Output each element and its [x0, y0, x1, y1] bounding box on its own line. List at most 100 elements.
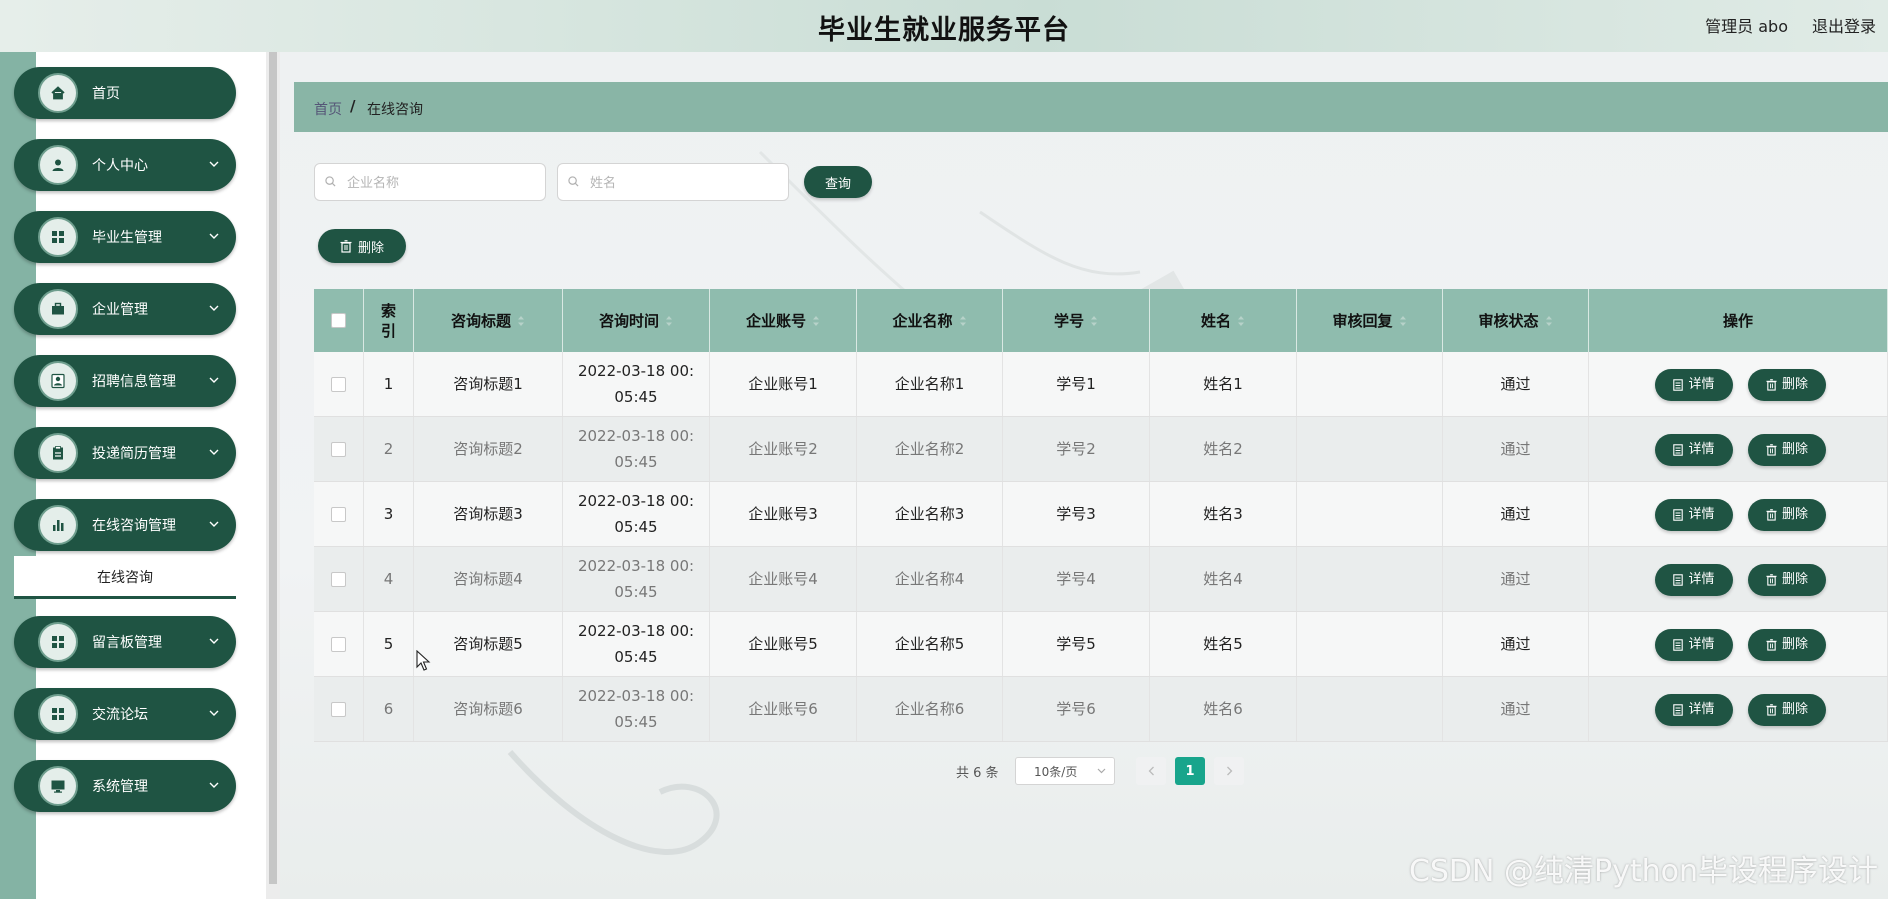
pagination-total: 共 6 条 [956, 766, 999, 781]
header-col-account[interactable]: 企业账号 [710, 289, 857, 352]
trash-icon [1766, 639, 1777, 651]
next-page-button[interactable] [1214, 757, 1244, 785]
delete-button[interactable]: 删除 [1748, 694, 1826, 726]
chevron-down-icon [209, 233, 219, 239]
cell-student-id: 学号2 [1003, 417, 1150, 481]
sort-icon [1399, 315, 1406, 326]
header-col-time[interactable]: 咨询时间 [563, 289, 710, 352]
sidebar-item[interactable]: 毕业生管理 [14, 211, 236, 263]
cell-reply [1297, 352, 1443, 416]
submenu-item-online-consult[interactable]: 在线咨询 [14, 556, 236, 599]
cell-account: 企业账号2 [710, 417, 857, 481]
delete-button[interactable]: 删除 [1748, 434, 1826, 466]
sidebar-item-icon-badge [38, 289, 78, 329]
table-header: 索 引 咨询标题 咨询时间 企业账号 企业名称 学号 姓名 审核回复 审核状态 操作 [314, 289, 1888, 352]
row-checkbox[interactable] [331, 636, 346, 652]
sort-icon [1091, 315, 1097, 326]
sidebar-item[interactable]: 企业管理 [14, 283, 236, 335]
document-icon [1673, 704, 1684, 716]
delete-button-label: 删除 [1781, 702, 1808, 717]
detail-button[interactable]: 详情 [1655, 694, 1733, 726]
query-button[interactable]: 查询 [804, 166, 872, 198]
detail-button[interactable]: 详情 [1655, 629, 1733, 661]
cell-index: 4 [364, 547, 414, 611]
breadcrumb: 首页 / 在线咨询 [294, 82, 1888, 132]
cell-title: 咨询标题5 [414, 612, 563, 676]
sidebar-item[interactable]: 招聘信息管理 [14, 355, 236, 407]
sidebar-item[interactable]: 首页 [14, 67, 236, 119]
cell-time: 2022-03-18 00: 05:45 [563, 547, 710, 611]
sidebar-item-icon-badge [38, 505, 78, 545]
select-all-checkbox[interactable] [331, 313, 346, 328]
detail-button[interactable]: 详情 [1655, 564, 1733, 596]
cell-company: 企业名称1 [857, 352, 1003, 416]
cell-title: 咨询标题1 [414, 352, 563, 416]
row-checkbox[interactable] [331, 701, 346, 717]
header-col-actions: 操作 [1589, 289, 1888, 352]
trash-icon [1766, 379, 1777, 391]
prev-page-button[interactable] [1136, 757, 1166, 785]
sidebar-item[interactable]: 留言板管理 [14, 616, 236, 668]
name-search-input[interactable] [588, 172, 782, 194]
delete-button[interactable]: 删除 [1748, 629, 1826, 661]
delete-button[interactable]: 删除 [1748, 369, 1826, 401]
briefcase-icon [52, 302, 64, 315]
cell-title: 咨询标题2 [414, 417, 563, 481]
trash-icon [1766, 574, 1777, 586]
detail-button[interactable]: 详情 [1655, 369, 1733, 401]
header-col-company[interactable]: 企业名称 [857, 289, 1003, 352]
sidebar-item-icon-badge [38, 622, 78, 662]
breadcrumb-home-link[interactable]: 首页 [314, 99, 342, 119]
row-checkbox[interactable] [331, 506, 346, 522]
cell-index: 5 [364, 612, 414, 676]
cell-status: 通过 [1443, 547, 1589, 611]
header-label: 索 引 [380, 301, 396, 340]
document-icon [1673, 444, 1684, 456]
sidebar-item[interactable]: 投递简历管理 [14, 427, 236, 479]
sidebar-item-icon-badge [38, 217, 78, 257]
header-col-name[interactable]: 姓名 [1150, 289, 1297, 352]
company-name-search-input[interactable] [345, 172, 539, 194]
document-icon [1673, 639, 1684, 651]
name-search-field[interactable] [557, 163, 789, 201]
row-select-cell [314, 482, 364, 546]
sidebar-item[interactable]: 系统管理 [14, 760, 236, 812]
cell-name: 姓名1 [1150, 352, 1297, 416]
logout-link[interactable]: 退出登录 [1812, 13, 1876, 37]
header-col-title[interactable]: 咨询标题 [414, 289, 563, 352]
sidebar-item[interactable]: 个人中心 [14, 139, 236, 191]
sidebar-item-label: 系统管理 [92, 779, 148, 795]
detail-button-label: 详情 [1688, 377, 1715, 392]
detail-button[interactable]: 详情 [1655, 499, 1733, 531]
header-label: 审核状态 [1478, 312, 1539, 330]
batch-delete-button[interactable]: 删除 [318, 229, 406, 263]
top-header-bar: 毕业生就业服务平台 管理员 abo 退出登录 [0, 0, 1888, 52]
sidebar-item[interactable]: 在线咨询管理 [14, 499, 236, 551]
row-checkbox[interactable] [331, 571, 346, 587]
header-label: 操作 [1722, 312, 1753, 330]
page-size-select[interactable]: 10条/页 [1015, 757, 1115, 785]
row-checkbox[interactable] [331, 376, 346, 392]
sidebar-item[interactable]: 交流论坛 [14, 688, 236, 740]
delete-button[interactable]: 删除 [1748, 564, 1826, 596]
row-checkbox[interactable] [331, 441, 346, 457]
cell-reply [1297, 612, 1443, 676]
page-number-button[interactable]: 1 [1175, 757, 1205, 785]
delete-button[interactable]: 删除 [1748, 499, 1826, 531]
sidebar-scrollbar-thumb[interactable] [269, 52, 277, 884]
header-col-status[interactable]: 审核状态 [1443, 289, 1589, 352]
sidebar-item-icon-badge [38, 766, 78, 806]
row-select-cell [314, 677, 364, 741]
company-name-search-field[interactable] [314, 163, 546, 201]
header-col-student-id[interactable]: 学号 [1003, 289, 1150, 352]
current-user-label: 管理员 abo [1705, 17, 1788, 36]
table-row: 2 咨询标题2 2022-03-18 00: 05:45 企业账号2 企业名称2 学号2 姓… [314, 417, 1888, 482]
cell-title: 咨询标题3 [414, 482, 563, 546]
search-icon [568, 176, 579, 187]
header-col-reply[interactable]: 审核回复 [1297, 289, 1443, 352]
cell-student-id: 学号4 [1003, 547, 1150, 611]
detail-button[interactable]: 详情 [1655, 434, 1733, 466]
cell-name: 姓名4 [1150, 547, 1297, 611]
document-icon [1673, 574, 1684, 586]
sort-icon [518, 315, 524, 326]
